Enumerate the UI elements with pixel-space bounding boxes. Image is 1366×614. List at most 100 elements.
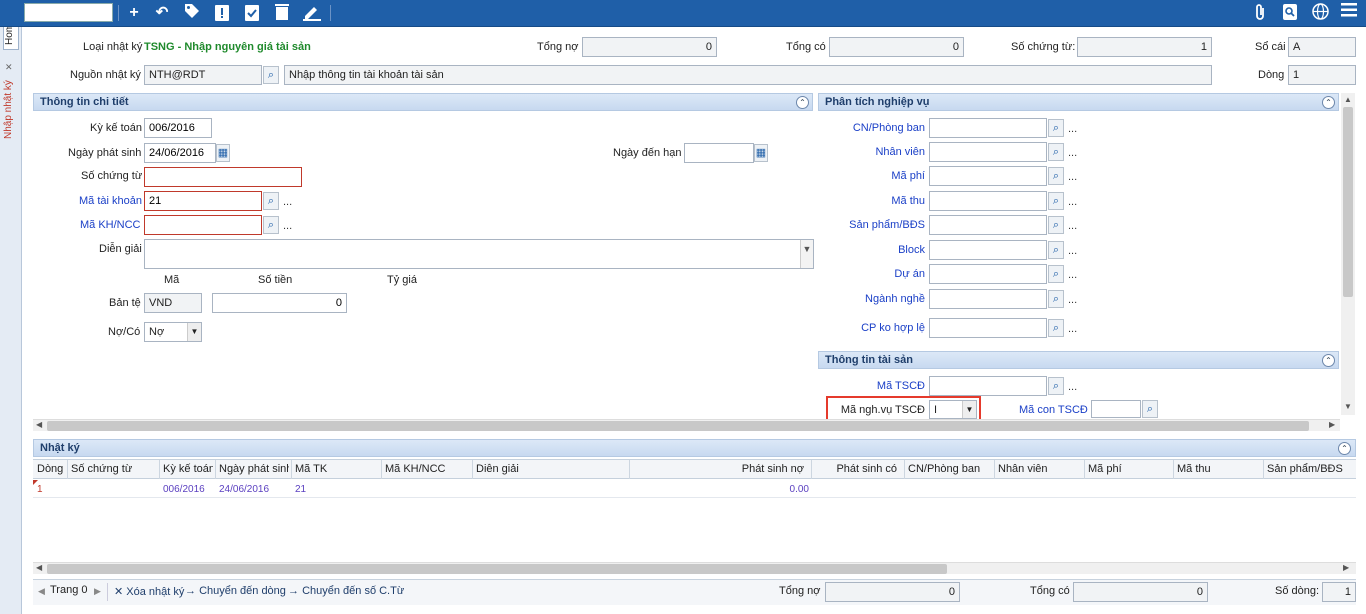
column-header[interactable]: Dòng xyxy=(37,463,65,475)
more-icon[interactable]: ... xyxy=(1068,323,1077,335)
column-header[interactable]: Kỳ kế toán xyxy=(163,463,213,475)
edit-icon[interactable] xyxy=(302,3,322,23)
calendar-icon[interactable]: ▦ xyxy=(216,144,230,162)
column-header[interactable]: CN/Phòng ban xyxy=(908,463,992,475)
goto-line-link[interactable]: → Chuyển đến dòng xyxy=(185,585,286,597)
search-icon[interactable]: ⌕ xyxy=(1048,241,1064,259)
column-header[interactable]: Diễn giải xyxy=(476,463,627,475)
analysis-field-input[interactable] xyxy=(929,118,1047,138)
column-header[interactable]: Mã KH/NCC xyxy=(385,463,470,475)
currency-amount-input[interactable] xyxy=(212,293,347,313)
column-header[interactable]: Số chứng từ xyxy=(71,463,157,475)
search-icon[interactable]: ⌕ xyxy=(1048,167,1064,185)
search-icon[interactable]: ⌕ xyxy=(1048,265,1064,283)
search-icon[interactable]: ⌕ xyxy=(1048,290,1064,308)
next-page-icon[interactable]: ▶ xyxy=(94,586,101,597)
journal-source-field[interactable]: NTH@RDT xyxy=(144,65,262,85)
collapse-up-icon[interactable]: ⌃ xyxy=(1338,442,1351,455)
search-icon[interactable]: ⌕ xyxy=(263,66,279,84)
column-header[interactable]: Mã phí xyxy=(1088,463,1171,475)
clipboard-check-icon[interactable] xyxy=(242,3,262,23)
analysis-field-input[interactable] xyxy=(929,142,1047,162)
cell-line[interactable]: 1 xyxy=(37,484,43,495)
more-icon[interactable]: ... xyxy=(1068,147,1077,159)
search-icon[interactable]: ⌕ xyxy=(263,192,279,210)
column-header[interactable]: Nhân viên xyxy=(998,463,1082,475)
more-icon[interactable]: ... xyxy=(1068,171,1077,183)
chevron-down-icon[interactable]: ▼ xyxy=(187,323,201,341)
cell-account[interactable]: 21 xyxy=(295,484,306,495)
column-header[interactable]: Ngày phát sinh xyxy=(219,463,289,475)
more-icon[interactable]: ... xyxy=(1068,220,1077,232)
scrollbar-thumb[interactable] xyxy=(47,564,947,574)
scroll-right-icon[interactable]: ▶ xyxy=(1343,563,1349,572)
scrollbar-thumb[interactable] xyxy=(1343,107,1353,297)
search-icon[interactable]: ⌕ xyxy=(1048,216,1064,234)
chevron-down-icon[interactable]: ▼ xyxy=(800,240,813,268)
search-icon[interactable]: ⌕ xyxy=(1048,143,1064,161)
scroll-left-icon[interactable]: ◀ xyxy=(36,420,42,429)
cell-date[interactable]: 24/06/2016 xyxy=(219,484,269,495)
calendar-icon[interactable]: ▦ xyxy=(754,144,768,162)
scrollbar-thumb[interactable] xyxy=(47,421,1309,431)
prev-page-icon[interactable]: ◀ xyxy=(38,586,45,597)
description-input[interactable] xyxy=(144,239,814,269)
asset-sub-input[interactable] xyxy=(1091,400,1141,418)
more-icon[interactable]: ... xyxy=(1068,123,1077,135)
more-icon[interactable]: ... xyxy=(283,220,292,232)
doc-number-input[interactable] xyxy=(144,167,302,187)
clipboard-alert-icon[interactable] xyxy=(212,3,232,23)
analysis-field-input[interactable] xyxy=(929,166,1047,186)
search-icon[interactable]: ⌕ xyxy=(263,216,279,234)
tag-icon[interactable] xyxy=(182,3,202,23)
paperclip-icon[interactable] xyxy=(1250,3,1270,23)
analysis-field-input[interactable] xyxy=(929,289,1047,309)
tab-journal-entry[interactable]: Nhập nhật ký xyxy=(3,74,19,146)
menu-icon[interactable] xyxy=(1339,3,1359,23)
more-icon[interactable]: ... xyxy=(283,196,292,208)
asset-code-input[interactable] xyxy=(929,376,1047,396)
search-icon[interactable]: ⌕ xyxy=(1048,192,1064,210)
form-horizontal-scrollbar[interactable]: ◀ ▶ xyxy=(33,419,1340,431)
search-icon[interactable]: ⌕ xyxy=(1048,377,1064,395)
scroll-left-icon[interactable]: ◀ xyxy=(36,563,42,572)
add-icon[interactable]: + xyxy=(124,3,144,23)
column-header[interactable]: Mã thu xyxy=(1177,463,1261,475)
globe-icon[interactable] xyxy=(1310,3,1330,23)
cell-debit[interactable]: 0.00 xyxy=(633,484,809,495)
column-header[interactable]: Mã TK xyxy=(295,463,379,475)
partner-input[interactable] xyxy=(144,215,262,235)
collapse-up-icon[interactable]: ⌃ xyxy=(1322,354,1335,367)
more-icon[interactable]: ... xyxy=(1068,269,1077,281)
due-date-input[interactable] xyxy=(684,143,754,163)
search-icon[interactable]: ⌕ xyxy=(1142,400,1158,418)
cell-period[interactable]: 006/2016 xyxy=(163,484,205,495)
date-input[interactable] xyxy=(144,143,216,163)
analysis-field-input[interactable] xyxy=(929,191,1047,211)
goto-doc-link[interactable]: → Chuyển đến số C.Từ xyxy=(288,585,404,597)
preview-icon[interactable] xyxy=(1280,3,1300,23)
undo-icon[interactable]: ↶ xyxy=(152,3,172,23)
more-icon[interactable]: ... xyxy=(1068,196,1077,208)
analysis-field-input[interactable] xyxy=(929,264,1047,284)
column-header[interactable]: Phát sinh nợ xyxy=(633,463,804,475)
more-icon[interactable]: ... xyxy=(1068,294,1077,306)
toolbar-search-input[interactable] xyxy=(24,3,113,22)
analysis-field-input[interactable] xyxy=(929,318,1047,338)
analysis-field-input[interactable] xyxy=(929,215,1047,235)
scroll-down-icon[interactable]: ▼ xyxy=(1344,402,1352,411)
vertical-scrollbar[interactable]: ▲ ▼ xyxy=(1341,93,1355,415)
more-icon[interactable]: ... xyxy=(1068,381,1077,393)
search-icon[interactable]: ⌕ xyxy=(1048,319,1064,337)
column-header[interactable]: Phát sinh có xyxy=(815,463,897,475)
collapse-up-icon[interactable]: ⌃ xyxy=(796,96,809,109)
column-header[interactable]: Sản phẩm/BĐS xyxy=(1267,463,1350,475)
close-icon[interactable]: ✕ xyxy=(5,62,13,73)
collapse-up-icon[interactable]: ⌃ xyxy=(1322,96,1335,109)
analysis-field-input[interactable] xyxy=(929,240,1047,260)
period-input[interactable] xyxy=(144,118,212,138)
grid-horizontal-scrollbar[interactable]: ◀ ▶ xyxy=(33,562,1356,574)
scroll-right-icon[interactable]: ▶ xyxy=(1329,420,1335,429)
scroll-up-icon[interactable]: ▲ xyxy=(1344,95,1352,104)
delete-journal-link[interactable]: ✕ Xóa nhật ký xyxy=(114,585,184,598)
